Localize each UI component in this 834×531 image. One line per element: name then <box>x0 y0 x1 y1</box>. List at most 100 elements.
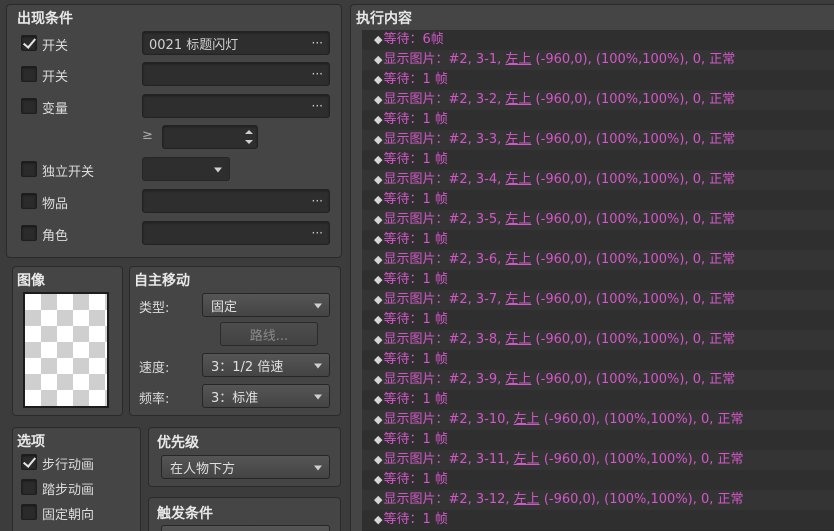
command-row[interactable]: ◆等待：1 帧 <box>362 70 834 90</box>
switch1-value: 0021 标题闪灯 <box>149 37 239 53</box>
command-row[interactable]: ◆等待：1 帧 <box>362 110 834 130</box>
command-post: (-960,0), (100%,100%), 0, 正常 <box>531 332 736 347</box>
command-row[interactable]: ◆等待：1 帧 <box>362 310 834 330</box>
diamond-icon: ◆ <box>374 513 383 526</box>
ge-symbol: ≥ <box>142 128 153 143</box>
variable-number-input[interactable] <box>162 125 258 149</box>
command-pre: 等待：1 帧 <box>383 392 448 407</box>
item-checkbox[interactable] <box>21 193 37 209</box>
spin-down-icon[interactable] <box>245 140 253 144</box>
type-select[interactable]: 固定 <box>202 293 330 317</box>
command-row[interactable]: ◆显示图片：#2, 3-2, 左上 (-960,0), (100%,100%),… <box>362 90 834 110</box>
command-row[interactable]: ◆等待：1 帧 <box>362 150 834 170</box>
trigger-select[interactable] <box>161 525 330 531</box>
stepping-label: 踏步动画 <box>42 483 95 498</box>
command-origin: 左上 <box>513 452 540 467</box>
self-switch-select[interactable] <box>142 157 230 181</box>
command-row[interactable]: ◆等待：1 帧 <box>362 470 834 490</box>
image-preview[interactable] <box>23 292 109 408</box>
command-text: 显示图片：#2, 3-8, 左上 (-960,0), (100%,100%), … <box>383 332 735 347</box>
command-pre: 等待：1 帧 <box>383 152 448 167</box>
command-text: 显示图片：#2, 3-1, 左上 (-960,0), (100%,100%), … <box>383 52 735 67</box>
self-switch-checkbox[interactable] <box>21 161 37 177</box>
command-post: (-960,0), (100%,100%), 0, 正常 <box>531 132 736 147</box>
stepping-checkbox[interactable] <box>21 479 37 495</box>
switch2-browse-icon[interactable]: ··· <box>312 67 323 81</box>
command-origin: 左上 <box>513 412 540 427</box>
command-list[interactable]: ◆等待：6帧 ◆显示图片：#2, 3-1, 左上 (-960,0), (100%,… <box>362 30 834 531</box>
diamond-icon: ◆ <box>374 273 383 286</box>
route-button[interactable]: 路线... <box>220 322 318 346</box>
command-text: 等待：1 帧 <box>383 432 447 447</box>
command-row[interactable]: ◆显示图片：#2, 3-10, 左上 (-960,0), (100%,100%)… <box>362 410 834 430</box>
contents-title: 执行内容 <box>356 11 412 27</box>
speed-value: 3：1/2 倍速 <box>211 359 284 375</box>
command-row[interactable]: ◆显示图片：#2, 3-8, 左上 (-960,0), (100%,100%),… <box>362 330 834 350</box>
command-text: 等待：1 帧 <box>383 152 447 167</box>
command-text: 显示图片：#2, 3-3, 左上 (-960,0), (100%,100%), … <box>383 132 735 147</box>
command-pre: 等待：1 帧 <box>383 312 448 327</box>
command-row[interactable]: ◆显示图片：#2, 3-5, 左上 (-960,0), (100%,100%),… <box>362 210 834 230</box>
actor-field[interactable]: ··· <box>142 221 330 245</box>
command-row[interactable]: ◆显示图片：#2, 3-9, 左上 (-960,0), (100%,100%),… <box>362 370 834 390</box>
command-text: 等待：1 帧 <box>383 312 447 327</box>
command-row[interactable]: ◆显示图片：#2, 3-12, 左上 (-960,0), (100%,100%)… <box>362 490 834 510</box>
item-field[interactable]: ··· <box>142 189 330 213</box>
command-row[interactable]: ◆显示图片：#2, 3-3, 左上 (-960,0), (100%,100%),… <box>362 130 834 150</box>
command-pre: 显示图片：#2, 3-10, <box>383 412 514 427</box>
command-text: 等待：1 帧 <box>383 352 447 367</box>
spin-up-icon[interactable] <box>245 130 253 134</box>
command-row[interactable]: ◆等待：1 帧 <box>362 430 834 450</box>
command-origin: 左上 <box>505 172 532 187</box>
priority-title: 优先级 <box>157 435 199 451</box>
actor-browse-icon[interactable]: ··· <box>312 226 323 240</box>
command-row[interactable]: ◆显示图片：#2, 3-11, 左上 (-960,0), (100%,100%)… <box>362 450 834 470</box>
command-row[interactable]: ◆等待：1 帧 <box>362 230 834 250</box>
switch1-checkbox[interactable] <box>21 35 37 51</box>
command-row[interactable]: ◆等待：1 帧 <box>362 190 834 210</box>
variable-checkbox[interactable] <box>21 98 37 114</box>
command-text: 显示图片：#2, 3-10, 左上 (-960,0), (100%,100%),… <box>383 412 743 427</box>
command-row[interactable]: ◆等待：1 帧 <box>362 270 834 290</box>
command-post: (-960,0), (100%,100%), 0, 正常 <box>531 212 736 227</box>
diamond-icon: ◆ <box>374 333 383 346</box>
command-origin: 左上 <box>505 292 532 307</box>
speed-select[interactable]: 3：1/2 倍速 <box>202 353 330 377</box>
command-text: 显示图片：#2, 3-6, 左上 (-960,0), (100%,100%), … <box>383 252 735 267</box>
command-pre: 显示图片：#2, 3-4, <box>383 172 506 187</box>
command-text: 等待：1 帧 <box>383 112 447 127</box>
item-browse-icon[interactable]: ··· <box>312 194 323 208</box>
variable-field[interactable]: ··· <box>142 94 330 118</box>
walking-label: 步行动画 <box>42 458 95 473</box>
command-text: 显示图片：#2, 3-11, 左上 (-960,0), (100%,100%),… <box>383 452 743 467</box>
variable-label: 变量 <box>42 102 69 117</box>
chevron-down-icon <box>314 303 322 309</box>
chevron-down-icon <box>314 363 322 369</box>
command-pre: 显示图片：#2, 3-12, <box>383 492 514 507</box>
command-post: (-960,0), (100%,100%), 0, 正常 <box>531 292 736 307</box>
direction-fix-checkbox[interactable] <box>21 504 37 520</box>
command-row[interactable]: ◆等待：1 帧 <box>362 510 834 530</box>
freq-select[interactable]: 3：标准 <box>202 384 330 408</box>
command-row[interactable]: ◆等待：1 帧 <box>362 390 834 410</box>
command-row[interactable]: ◆显示图片：#2, 3-6, 左上 (-960,0), (100%,100%),… <box>362 250 834 270</box>
command-row[interactable]: ◆显示图片：#2, 3-7, 左上 (-960,0), (100%,100%),… <box>362 290 834 310</box>
command-pre: 等待：1 帧 <box>383 72 448 87</box>
actor-checkbox[interactable] <box>21 225 37 241</box>
diamond-icon: ◆ <box>374 93 383 106</box>
command-text: 显示图片：#2, 3-12, 左上 (-960,0), (100%,100%),… <box>383 492 743 507</box>
switch2-checkbox[interactable] <box>21 66 37 82</box>
switch1-browse-icon[interactable]: ··· <box>312 36 323 50</box>
variable-browse-icon[interactable]: ··· <box>312 99 323 113</box>
command-row[interactable]: ◆等待：1 帧 <box>362 350 834 370</box>
command-row[interactable]: ◆等待：6帧 <box>362 30 834 50</box>
switch2-field[interactable]: ··· <box>142 62 330 86</box>
image-title: 图像 <box>17 273 45 289</box>
switch1-label: 开关 <box>42 39 69 54</box>
command-row[interactable]: ◆显示图片：#2, 3-1, 左上 (-960,0), (100%,100%),… <box>362 50 834 70</box>
command-row[interactable]: ◆显示图片：#2, 3-4, 左上 (-960,0), (100%,100%),… <box>362 170 834 190</box>
switch1-field[interactable]: 0021 标题闪灯 ··· <box>142 31 330 55</box>
options-title: 选项 <box>17 434 45 450</box>
walking-checkbox[interactable] <box>21 454 37 470</box>
priority-select[interactable]: 在人物下方 <box>161 455 330 479</box>
